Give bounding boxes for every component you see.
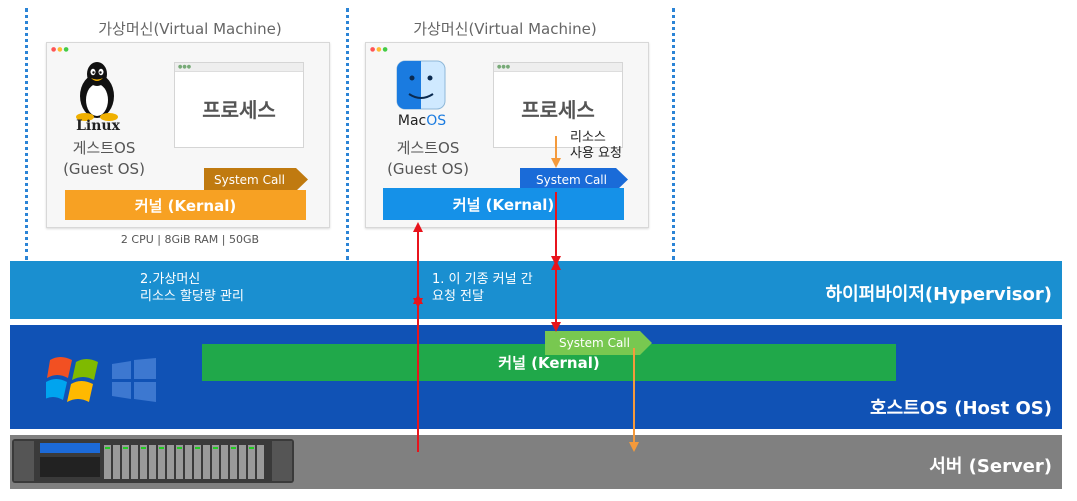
red-arrow-right-head-bottom	[551, 322, 561, 332]
orange-arrow-host-head	[629, 442, 639, 452]
red-arrow-left-head	[413, 222, 423, 232]
arrow-overlay	[413, 136, 639, 452]
orange-arrow-request-head	[551, 158, 561, 168]
red-arrow-right-mid-up	[551, 260, 561, 270]
